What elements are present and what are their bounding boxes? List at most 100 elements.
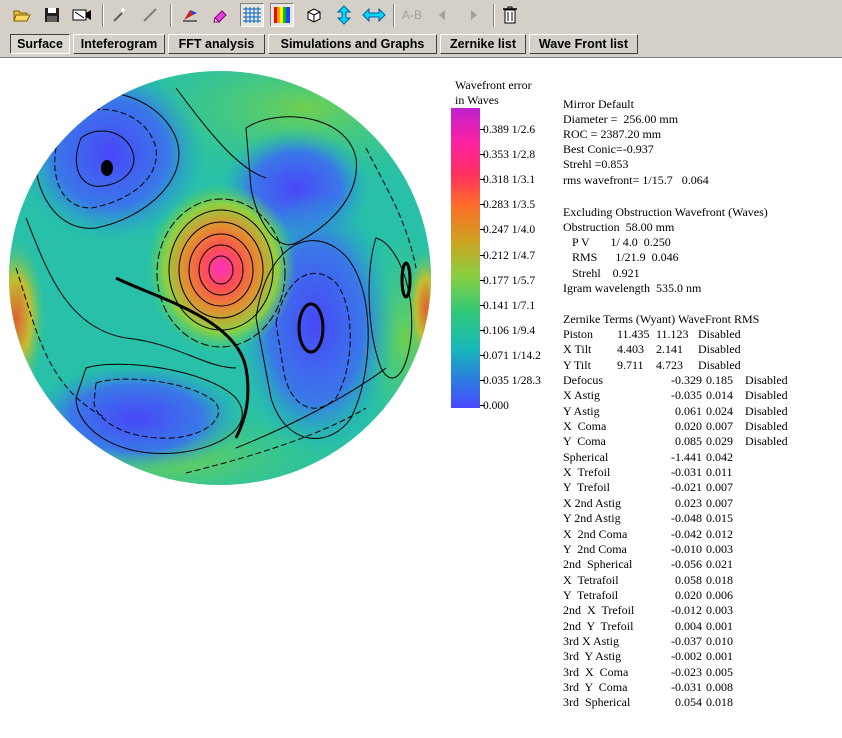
tab-fft-analysis[interactable]: FFT analysis [168, 34, 265, 54]
color-bars-icon[interactable] [270, 3, 294, 27]
info-line: ROC = 2387.20 mm [563, 127, 662, 141]
zernike-term-value: 0.020 [675, 419, 702, 433]
zernike-term-rms: 0.005 [706, 665, 733, 679]
zernike-term-value: 0.020 [675, 588, 702, 602]
zernike-term-value: -0.031 [671, 465, 702, 479]
zernike-term-rms: 0.014 [706, 388, 733, 402]
ab-label: A-B [401, 8, 422, 22]
wavefront-surface-map[interactable] [6, 68, 434, 488]
zernike-term-name: 2nd Y Trefoil [563, 619, 634, 633]
zernike-term-rms: 11.123 [656, 327, 689, 341]
zernike-term-rms: 0.007 [706, 419, 733, 433]
zernike-term-rms: 0.015 [706, 511, 733, 525]
zernike-term-name: Y 2nd Coma [563, 542, 627, 556]
zernike-term-rms: 0.001 [706, 649, 733, 663]
zernike-term-rms: 0.006 [706, 588, 733, 602]
zernike-term-name: X Astig [563, 388, 601, 402]
trash-icon[interactable] [498, 3, 522, 27]
zernike-term-name: X Tetrafoil [563, 573, 619, 587]
zernike-term-value: -0.329 [671, 373, 702, 387]
tab-surface[interactable]: Surface [10, 34, 70, 54]
info-line: Best Conic=-0.937 [563, 142, 654, 156]
horizontal-arrows-icon[interactable] [362, 3, 386, 27]
zernike-term-value: 0.061 [675, 404, 702, 418]
zernike-term-value: -0.048 [671, 511, 702, 525]
tab-simulations-and-graphs[interactable]: Simulations and Graphs [268, 34, 437, 54]
zernike-term-value: -0.021 [671, 480, 702, 494]
zernike-term-rms: 0.003 [706, 542, 733, 556]
zernike-term-value: -0.002 [671, 649, 702, 663]
zernike-term-value: 0.054 [675, 695, 702, 709]
zernike-term-value: 0.085 [675, 434, 702, 448]
zernike-term-value: -0.042 [671, 527, 702, 541]
zernike-term-status: Disabled [745, 388, 788, 402]
legend-tick-label: 0.283 1/3.5 [483, 199, 536, 211]
zernike-term-rms: 0.018 [706, 695, 733, 709]
line-tool-icon[interactable] [138, 3, 162, 27]
legend-title: Wavefront error in Waves [455, 78, 545, 108]
legend-title-line2: in Waves [455, 93, 499, 107]
eraser-icon[interactable] [208, 3, 232, 27]
arrow-left-icon[interactable] [430, 3, 454, 27]
legend-tick-label: 0.106 1/9.4 [483, 325, 536, 337]
zernike-term-name: Defocus [563, 373, 603, 387]
zernike-term-name: Y Trefoil [563, 480, 610, 494]
zernike-term-value: -1.441 [671, 450, 702, 464]
zernike-term-name: X Coma [563, 419, 607, 433]
info-line: rms wavefront= 1/15.7 0.064 [563, 173, 709, 187]
info-line: Diameter = 256.00 mm [563, 112, 679, 126]
legend-tick-label: 0.035 1/28.3 [483, 375, 541, 387]
info-line: Strehl 0.921 [563, 266, 640, 280]
zernike-term-value: -0.056 [671, 557, 702, 571]
legend-tick-label: 0.071 1/14.2 [483, 350, 541, 362]
zernike-term-rms: 4.723 [656, 358, 683, 372]
arrow-right-icon[interactable] [462, 3, 486, 27]
open-folder-icon[interactable] [10, 3, 34, 27]
color-scale-bar [451, 108, 480, 408]
edit-palette-icon[interactable] [178, 3, 202, 27]
zernike-term-name: Piston [563, 327, 594, 341]
zernike-term-rms: 0.042 [706, 450, 733, 464]
zernike-term-name: 3rd Spherical [563, 695, 631, 709]
info-line: Strehl =0.853 [563, 157, 629, 171]
zernike-term-rms: 0.018 [706, 573, 733, 587]
tab-wave-front-list[interactable]: Wave Front list [529, 34, 638, 54]
zernike-term-value: -0.012 [671, 603, 702, 617]
magic-wand-icon[interactable] [108, 3, 132, 27]
ab-text[interactable]: A-B [398, 3, 426, 27]
legend-tick-label: 0.212 1/4.7 [483, 250, 536, 262]
zernike-term-rms: 0.021 [706, 557, 733, 571]
zernike-term-rms: 0.024 [706, 404, 733, 418]
zernike-term-name: X Trefoil [563, 465, 611, 479]
zernike-term-status: Disabled [745, 373, 788, 387]
zernike-term-rms: 0.003 [706, 603, 733, 617]
zernike-term-rms: 0.007 [706, 496, 733, 510]
tab-inteferogram[interactable]: Inteferogram [73, 34, 165, 54]
zernike-term-name: Y Coma [563, 434, 606, 448]
camera-icon[interactable] [70, 3, 94, 27]
zernike-term-rms: 0.012 [706, 527, 733, 541]
zernike-term-rms: 0.011 [706, 465, 733, 479]
zernike-term-rms: 0.007 [706, 480, 733, 494]
zernike-term-name: 3rd Y Coma [563, 680, 628, 694]
zernike-term-name: Y Tilt [563, 358, 591, 372]
save-disk-icon[interactable] [40, 3, 64, 27]
zernike-term-status: Disabled [698, 358, 741, 372]
zernike-term-name: X Tilt [563, 342, 592, 356]
legend-tick-label: 0.353 1/2.8 [483, 149, 536, 161]
zernike-term-name: 2nd X Trefoil [563, 603, 635, 617]
tab-zernike-list[interactable]: Zernike list [440, 34, 526, 54]
info-line: Obstruction 58.00 mm [563, 220, 675, 234]
zernike-term-status: Disabled [745, 419, 788, 433]
zernike-term-value: 0.004 [675, 619, 702, 633]
zernike-term-rms: 0.001 [706, 619, 733, 633]
zernike-term-value: 4.403 [617, 342, 644, 356]
zernike-term-value: -0.037 [671, 634, 702, 648]
vertical-arrows-icon[interactable] [332, 3, 356, 27]
3d-cube-icon[interactable] [302, 3, 326, 27]
zernike-term-status: Disabled [698, 327, 741, 341]
info-line: Igram wavelength 535.0 nm [563, 281, 702, 295]
zernike-term-value: -0.010 [671, 542, 702, 556]
legend-title-line1: Wavefront error [455, 78, 532, 92]
grid-icon[interactable] [240, 3, 264, 27]
